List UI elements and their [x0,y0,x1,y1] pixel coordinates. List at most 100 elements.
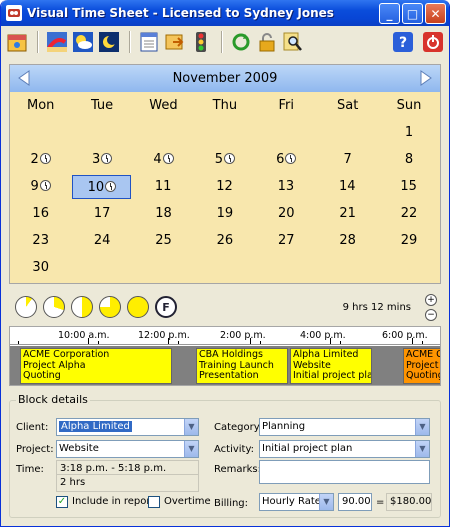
calendar-day-16[interactable]: 16 [10,202,71,226]
lock-button[interactable] [255,30,279,54]
time-block[interactable]: Alpha Limited Website Initial project plan [290,348,372,384]
calendar-empty-cell [194,256,255,280]
next-month-icon[interactable] [418,70,434,86]
calendar-empty-cell [256,256,317,280]
calendar-empty-cell [71,256,132,280]
calendar-day-5[interactable]: 5 [194,148,255,172]
category-select[interactable]: Planning ▼ [259,418,430,436]
rate-field[interactable]: 90.00 [338,493,372,511]
project-select[interactable]: Website ▼ [56,440,199,458]
calendar-day-1[interactable]: 1 [378,121,439,145]
ruler-minor-tick [98,341,99,344]
status-button[interactable] [189,30,213,54]
calendar-button[interactable] [5,30,29,54]
calendar-day-11[interactable]: 11 [132,175,193,199]
power-icon [423,32,443,52]
zoom-out-icon[interactable]: − [425,309,437,321]
block-details-legend: Block details [16,393,90,406]
block-details-group: Block details Client: Alpha Limited ▼ Pro… [9,393,441,518]
calendar-day-13[interactable]: 13 [255,175,316,199]
day-progress-pie-icon[interactable] [71,296,93,318]
day-number: 21 [339,205,356,221]
close-window-button[interactable]: ✕ [425,3,446,24]
filter-f-button[interactable]: F [155,296,177,318]
day-progress-pie-icon[interactable] [99,296,121,318]
calendar-empty-cell [378,256,439,280]
calendar-day-19[interactable]: 19 [194,202,255,226]
day-progress-pie-icon[interactable] [15,296,37,318]
calendar-day-2[interactable]: 2 [10,148,71,172]
calendar-day-12[interactable]: 12 [194,175,255,199]
day-number: 12 [216,178,233,194]
refresh-button[interactable] [229,30,253,54]
night-button[interactable] [97,30,121,54]
day-number: 5 [214,151,223,167]
remarks-field[interactable] [259,460,430,484]
day-number: 10 [87,179,105,195]
chevron-down-icon: ▼ [184,441,198,457]
calendar-day-9[interactable]: 9 [10,175,71,199]
calendar-day-18[interactable]: 18 [133,202,194,226]
exit-button[interactable] [421,30,445,54]
calendar-day-26[interactable]: 26 [194,229,255,253]
list-view-button[interactable] [137,30,161,54]
export-button[interactable] [163,30,187,54]
calendar-day-15[interactable]: 15 [378,175,439,199]
calendar-day-25[interactable]: 25 [133,229,194,253]
category-label: Category: [214,422,263,433]
export-icon [165,34,184,50]
list-icon [140,32,158,52]
calendar-day-28[interactable]: 28 [317,229,378,253]
chevron-down-icon: ▼ [415,419,429,435]
time-block[interactable]: ACME Corporation Project Alpha Quoting [20,348,172,384]
calendar-day-22[interactable]: 22 [378,202,439,226]
zoom-in-icon[interactable]: + [425,294,437,306]
day-progress-pie-icon[interactable] [127,296,149,318]
title-bar[interactable]: Visual Time Sheet - Licensed to Sydney J… [1,0,449,26]
calendar-day-20[interactable]: 20 [256,202,317,226]
day-number: 2 [30,151,39,167]
calendar-day-29[interactable]: 29 [378,229,439,253]
day-number: 13 [277,178,295,194]
time-block[interactable]: CBA Holdings Training Launch Presentation [196,348,288,384]
ruler-minor-tick [18,341,19,344]
maximize-button[interactable]: □ [402,3,423,24]
calendar-day-14[interactable]: 14 [317,175,378,199]
calendar-day-23[interactable]: 23 [10,229,71,253]
toolbar-separator [129,31,131,53]
vacation-button[interactable] [45,30,69,54]
calendar-day-17[interactable]: 17 [71,202,132,226]
calendar-week-row: 9 10 11 12 13 14 15 [10,173,440,200]
calendar-day-30[interactable]: 30 [10,256,71,280]
time-block-line: Initial project plan [293,370,372,381]
day-progress-pie-icon[interactable] [43,296,65,318]
time-block[interactable]: ACME CorporaProject AQuoting [403,348,440,384]
minimize-button[interactable]: _ [379,3,400,24]
client-select[interactable]: Alpha Limited ▼ [56,418,199,436]
calendar-day-7[interactable]: 7 [317,148,378,172]
previous-month-icon[interactable] [16,70,32,86]
calendar-day-6[interactable]: 6 [256,148,317,172]
calendar-day-24[interactable]: 24 [71,229,132,253]
calendar-empty-cell [256,121,317,145]
include-in-reports-checkbox[interactable]: ✓ [56,496,68,508]
clock-icon [285,152,297,164]
calendar-day-3[interactable]: 3 [71,148,132,172]
activity-select[interactable]: Initial project plan ▼ [259,440,430,458]
calendar-day-4[interactable]: 4 [133,148,194,172]
calendar-day-10[interactable]: 10 [72,174,132,199]
time-block-line: Presentation [199,370,259,381]
help-button[interactable]: ? [391,30,415,54]
calendar-day-27[interactable]: 27 [256,229,317,253]
calendar-day-8[interactable]: 8 [378,148,439,172]
time-block-line: Alpha Limited [293,349,359,360]
find-button[interactable] [281,30,305,54]
calendar-day-21[interactable]: 21 [317,202,378,226]
moon-night-icon [99,32,119,52]
toolbar: ? [5,28,447,56]
sick-day-button[interactable] [71,30,95,54]
ruler-minor-tick [178,341,179,344]
billing-select[interactable]: Hourly Rate ▼ [259,493,334,511]
calendar-header: November 2009 [10,65,440,92]
overtime-checkbox[interactable] [148,496,160,508]
